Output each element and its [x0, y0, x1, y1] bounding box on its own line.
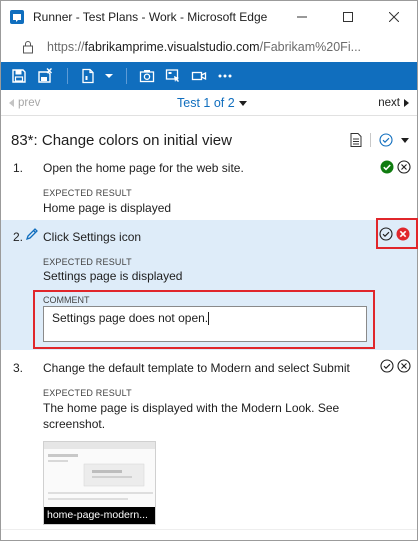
expected-result-label: EXPECTED RESULT: [43, 188, 132, 198]
close-icon: [389, 12, 399, 22]
screenshot-preview-image: [44, 442, 155, 509]
chevron-right-icon: [404, 99, 409, 107]
new-bug-icon: [82, 68, 94, 84]
minimize-button[interactable]: [279, 1, 325, 33]
comment-label: COMMENT: [43, 295, 90, 305]
capture-actions-icon: [165, 69, 179, 82]
toolbar-separator: [67, 68, 68, 84]
fail-icon[interactable]: [396, 227, 410, 241]
test-case-title: 83*: Change colors on initial view: [11, 131, 232, 149]
address-bar[interactable]: https://fabrikamprime.visualstudio.com/F…: [1, 33, 417, 60]
next-label: next: [378, 97, 400, 109]
document-icon[interactable]: [350, 133, 362, 147]
toolbar-separator: [126, 68, 127, 84]
step-action: Click Settings icon: [43, 230, 142, 244]
test-case-actions: [350, 133, 409, 147]
url-text: https://fabrikamprime.visualstudio.com/F…: [47, 40, 361, 54]
expected-result: The home page is displayed with the Mode…: [43, 400, 339, 432]
chevron-down-icon: [105, 74, 113, 78]
url-path: /Fabrikam%20Fi...: [259, 39, 362, 54]
step-status: [380, 160, 411, 174]
video-icon: [191, 71, 207, 81]
browser-window: Runner - Test Plans - Work - Microsoft E…: [0, 0, 418, 541]
pass-outline-icon[interactable]: [379, 133, 393, 147]
capture-user-actions-button[interactable]: [161, 62, 185, 90]
expected-result: Home page is displayed: [43, 201, 172, 215]
step-number: 2.: [13, 230, 24, 244]
record-screen-button[interactable]: [187, 62, 211, 90]
save-button[interactable]: [7, 62, 31, 90]
close-window-button[interactable]: [371, 1, 417, 33]
expected-result-line: The home page is displayed with the Mode…: [43, 401, 340, 415]
edit-pencil-icon[interactable]: [25, 228, 38, 241]
title-bar: Runner - Test Plans - Work - Microsoft E…: [1, 1, 417, 33]
comment-text: Settings page does not open.: [52, 311, 209, 325]
window-controls: [279, 1, 417, 33]
caret-down-icon[interactable]: [401, 137, 409, 143]
step-action: Open the home page for the web site.: [43, 161, 244, 175]
minimize-icon: [297, 16, 307, 18]
runner-toolbar: [1, 62, 417, 90]
test-step-2[interactable]: 2. Click Settings icon EXPECTED RESULT S…: [1, 218, 418, 350]
url-host: fabrikamprime.visualstudio.com: [84, 39, 260, 54]
lock-icon: [23, 40, 33, 53]
step-number: 1.: [13, 161, 24, 175]
bottom-edge: [1, 529, 417, 540]
attachment-thumbnail[interactable]: home-page-modern...: [43, 441, 156, 525]
prev-label: prev: [18, 97, 41, 109]
pass-icon[interactable]: [380, 160, 394, 174]
test-index-label: Test 1 of 2: [177, 96, 235, 110]
attachment-caption: home-page-modern...: [44, 507, 155, 524]
next-test-button[interactable]: next: [378, 97, 409, 109]
maximize-button[interactable]: [325, 1, 371, 33]
fail-outline-icon[interactable]: [397, 160, 411, 174]
save-icon: [12, 69, 26, 83]
step-number: 3.: [13, 361, 24, 375]
expected-result-label: EXPECTED RESULT: [43, 388, 132, 398]
expected-result-line: screenshot.: [43, 417, 106, 431]
create-bug-dropdown[interactable]: [102, 62, 116, 90]
url-prefix: https://: [47, 39, 85, 54]
caret-down-icon: [238, 100, 247, 106]
more-icon: [218, 74, 232, 78]
text-cursor: [208, 312, 210, 326]
chevron-left-icon: [9, 99, 14, 107]
camera-icon: [139, 70, 155, 83]
divider: [370, 133, 371, 147]
pass-outline-icon[interactable]: [379, 227, 393, 241]
step-action: Change the default template to Modern an…: [43, 361, 350, 375]
azure-test-plans-icon: [10, 10, 24, 24]
test-step-3[interactable]: 3. Change the default template to Modern…: [1, 351, 417, 529]
expected-result: Settings page is displayed: [43, 269, 183, 283]
fail-outline-icon[interactable]: [397, 359, 411, 373]
pass-outline-icon[interactable]: [380, 359, 394, 373]
test-pager: prev Test 1 of 2 next: [1, 91, 417, 116]
prev-test-button[interactable]: prev: [9, 97, 40, 109]
more-actions-button[interactable]: [213, 62, 237, 90]
capture-screenshot-button[interactable]: [135, 62, 159, 90]
comment-input[interactable]: Settings page does not open.: [43, 306, 367, 342]
test-selector[interactable]: Test 1 of 2: [177, 96, 247, 110]
test-case-header: 83*: Change colors on initial view: [1, 127, 417, 153]
save-and-close-icon: [38, 68, 52, 83]
test-step-1[interactable]: 1. Open the home page for the web site. …: [1, 157, 417, 219]
create-bug-button[interactable]: [76, 62, 100, 90]
expected-result-label: EXPECTED RESULT: [43, 257, 132, 267]
maximize-icon: [343, 12, 353, 22]
step-status: [379, 227, 410, 241]
step-status: [380, 359, 411, 373]
save-and-close-button[interactable]: [33, 62, 57, 90]
window-title: Runner - Test Plans - Work - Microsoft E…: [33, 10, 268, 24]
